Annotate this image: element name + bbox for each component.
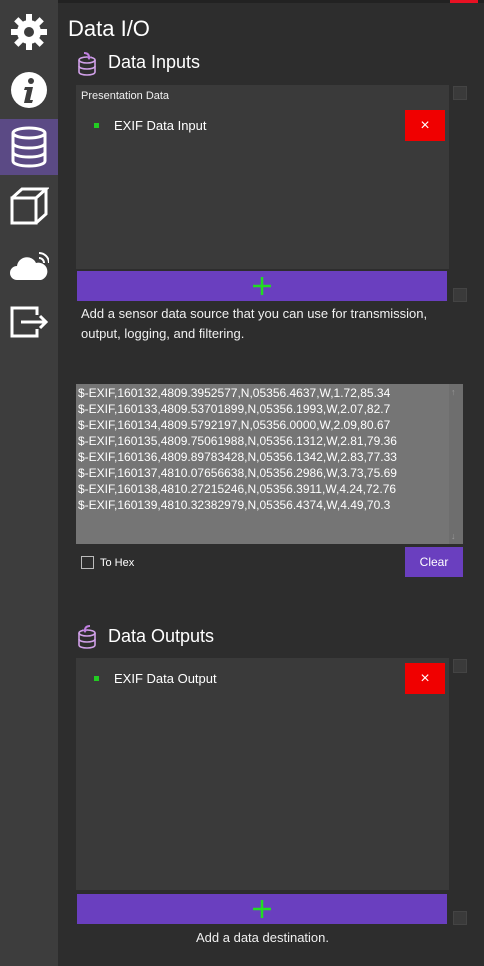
inputs-section-title: Data Inputs — [108, 52, 201, 72]
log-line: $-EXIF,160136,4809.89783428,N,05356.1342… — [78, 450, 397, 464]
remove-input-button[interactable]: × — [405, 110, 445, 141]
cube-icon — [10, 187, 49, 225]
log-line: $-EXIF,160135,4809.75061988,N,05356.1312… — [78, 434, 397, 448]
sidebar-item-3d[interactable] — [0, 178, 58, 234]
window-top-bar — [58, 0, 484, 3]
outputs-section-title: Data Outputs — [108, 626, 215, 646]
log-line: $-EXIF,160137,4810.07656638,N,05356.2986… — [78, 466, 397, 480]
log-line: $-EXIF,160133,4809.53701899,N,05356.1993… — [78, 402, 391, 416]
outputs-list-panel: EXIF Data Output × — [76, 658, 449, 890]
inputs-scroll-down[interactable] — [453, 288, 467, 302]
sidebar-item-settings[interactable] — [0, 4, 58, 60]
input-item-label: EXIF Data Input — [114, 118, 207, 133]
scroll-up-icon[interactable]: ↑ — [451, 387, 456, 397]
inputs-scroll-up[interactable] — [453, 86, 467, 100]
sidebar-item-cloud[interactable] — [0, 238, 58, 294]
to-hex-checkbox[interactable] — [81, 556, 94, 569]
log-line: $-EXIF,160138,4810.27215246,N,05356.3911… — [78, 482, 397, 496]
list-item[interactable]: EXIF Data Input — [94, 118, 207, 133]
inputs-group-label: Presentation Data — [81, 90, 170, 102]
list-item[interactable]: EXIF Data Output — [94, 671, 217, 686]
log-line: $-EXIF,160139,4810.32382979,N,05356.4374… — [78, 498, 391, 512]
scroll-down-icon[interactable]: ↓ — [451, 531, 456, 541]
data-log[interactable]: $-EXIF,160132,4809.3952577,N,05356.4637,… — [76, 384, 463, 544]
inputs-list-panel: Presentation Data EXIF Data Input × — [76, 85, 449, 269]
cloud-icon — [10, 252, 49, 280]
clear-button[interactable]: Clear — [405, 547, 463, 577]
gear-icon — [11, 14, 47, 50]
status-indicator — [94, 123, 99, 128]
add-output-button[interactable] — [77, 894, 447, 924]
log-line: $-EXIF,160134,4809.5792197,N,05356.0000,… — [78, 418, 391, 432]
to-hex-label: To Hex — [100, 557, 135, 569]
add-input-button[interactable] — [77, 271, 447, 301]
outputs-scroll-down[interactable] — [453, 911, 467, 925]
export-icon — [10, 306, 49, 338]
page-title: Data I/O — [68, 16, 150, 41]
sidebar-item-data-io[interactable] — [0, 119, 58, 175]
data-input-icon — [78, 52, 96, 76]
inputs-help-text: Add a sensor data source that you can us… — [81, 306, 428, 341]
plus-icon — [253, 900, 271, 918]
outputs-scroll-up[interactable] — [453, 659, 467, 673]
database-icon — [11, 126, 47, 168]
outputs-help-text: Add a data destination. — [196, 930, 329, 945]
close-window-button[interactable] — [450, 0, 478, 3]
sidebar-item-export[interactable] — [0, 294, 58, 350]
info-icon — [11, 72, 47, 108]
sidebar-item-info[interactable] — [0, 62, 58, 118]
log-line: $-EXIF,160132,4809.3952577,N,05356.4637,… — [78, 386, 391, 400]
output-item-label: EXIF Data Output — [114, 671, 217, 686]
plus-icon — [253, 277, 271, 295]
data-output-icon — [78, 625, 96, 649]
log-scrollbar[interactable]: ↑ ↓ — [449, 384, 463, 544]
remove-output-button[interactable]: × — [405, 663, 445, 694]
sidebar — [0, 0, 58, 966]
status-indicator — [94, 676, 99, 681]
